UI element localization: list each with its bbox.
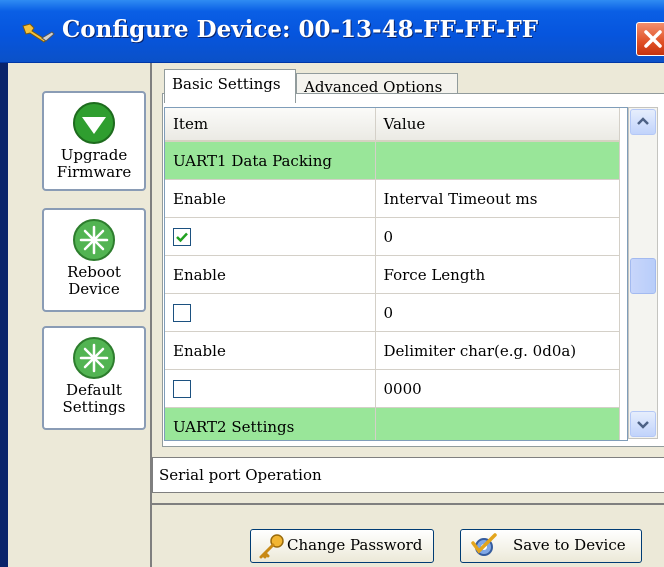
settings-table: Item Value UART1 Data Packing Enable Int…: [165, 108, 620, 440]
tab-label: Basic Settings: [172, 75, 281, 93]
chevron-down-icon: [637, 421, 649, 429]
green-starburst-icon: [73, 219, 115, 261]
table-row[interactable]: UART1 Data Packing: [165, 141, 620, 180]
reboot-label-line2: Device: [68, 280, 120, 298]
button-bar: Change Password Save to Device: [152, 503, 664, 567]
window-title: Configure Device: 00-13-48-FF-FF-FF: [62, 16, 539, 43]
row-value[interactable]: Delimiter char(e.g. 0d0a): [375, 331, 620, 370]
row-value[interactable]: Force Length: [375, 255, 620, 294]
row-item: Enable: [165, 179, 376, 218]
table-row[interactable]: Enable Interval Timeout ms: [165, 179, 620, 218]
row-item: [165, 293, 376, 332]
scroll-thumb[interactable]: [630, 258, 656, 294]
column-header-value[interactable]: Value: [375, 108, 620, 142]
scroll-down-button[interactable]: [630, 411, 656, 437]
defaults-label-line2: Settings: [62, 398, 126, 416]
table-row[interactable]: Enable Force Length: [165, 255, 620, 294]
table-row[interactable]: 0: [165, 217, 620, 256]
row-item: [165, 369, 376, 408]
key-icon: [259, 534, 284, 559]
title-bar[interactable]: Configure Device: 00-13-48-FF-FF-FF: [0, 0, 664, 63]
defaults-label-line1: Default: [66, 381, 122, 399]
section-value: [375, 141, 620, 180]
upgrade-label-line1: Upgrade: [60, 146, 128, 164]
change-password-label: Change Password: [287, 536, 423, 554]
save-to-device-label: Save to Device: [513, 536, 626, 554]
close-button[interactable]: [636, 22, 664, 56]
action-sidebar: Upgrade Firmware Reboot Device Default S…: [16, 63, 146, 567]
section-label: UART2 Settings: [165, 407, 376, 440]
table-row[interactable]: 0: [165, 293, 620, 332]
force-length-enable-checkbox[interactable]: [173, 304, 191, 322]
change-password-button[interactable]: Change Password: [250, 529, 434, 563]
green-starburst-icon: [73, 337, 115, 379]
row-item: Enable: [165, 255, 376, 294]
upgrade-label-line2: Firmware: [56, 163, 132, 181]
upgrade-firmware-button[interactable]: Upgrade Firmware: [42, 91, 146, 191]
section-value: [375, 407, 620, 440]
green-down-arrow-icon: [73, 102, 115, 144]
scroll-up-button[interactable]: [630, 109, 656, 135]
table-row[interactable]: UART2 Settings: [165, 407, 620, 440]
column-header-item[interactable]: Item: [165, 108, 376, 142]
property-grid[interactable]: Item Value UART1 Data Packing Enable Int…: [164, 107, 628, 441]
vertical-scrollbar[interactable]: [628, 107, 658, 439]
section-label: UART1 Data Packing: [165, 141, 376, 180]
reboot-device-button[interactable]: Reboot Device: [42, 208, 146, 312]
checkmark-icon: [176, 232, 188, 243]
row-value[interactable]: 0: [375, 293, 620, 332]
tab-basic-settings[interactable]: Basic Settings: [164, 69, 296, 103]
table-row[interactable]: Enable Delimiter char(e.g. 0d0a): [165, 331, 620, 370]
row-value[interactable]: Interval Timeout ms: [375, 179, 620, 218]
row-item: [165, 217, 376, 256]
row-item: Enable: [165, 331, 376, 370]
default-settings-button[interactable]: Default Settings: [42, 326, 146, 430]
close-icon: [644, 30, 662, 48]
delimiter-enable-checkbox[interactable]: [173, 380, 191, 398]
interval-timeout-enable-checkbox[interactable]: [173, 228, 191, 246]
gear-check-icon: [471, 533, 497, 556]
row-value[interactable]: 0: [375, 217, 620, 256]
chevron-up-icon: [637, 117, 649, 125]
status-description: Serial port Operation: [152, 457, 664, 493]
table-header-row: Item Value: [165, 108, 620, 142]
configure-device-window: Configure Device: 00-13-48-FF-FF-FF Upgr…: [0, 0, 664, 567]
reboot-label-line1: Reboot: [67, 263, 121, 281]
row-value[interactable]: 0000: [375, 369, 620, 408]
settings-panel: Basic Settings Advanced Options Item Val…: [150, 63, 664, 567]
save-to-device-button[interactable]: Save to Device: [460, 529, 642, 563]
window-client-area: Upgrade Firmware Reboot Device Default S…: [8, 63, 664, 567]
wrench-icon: [22, 23, 55, 43]
table-row[interactable]: 0000: [165, 369, 620, 408]
